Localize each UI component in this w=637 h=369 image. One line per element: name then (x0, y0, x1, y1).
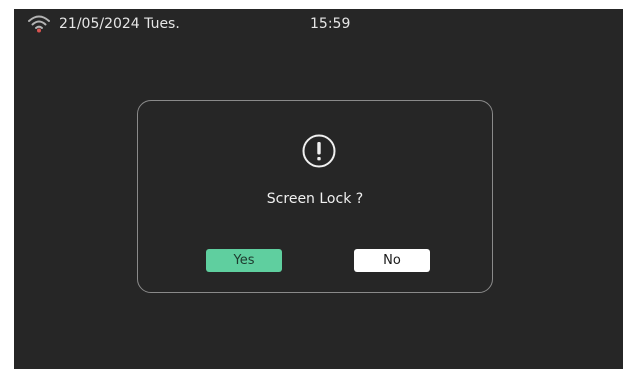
yes-button[interactable]: Yes (206, 249, 282, 272)
screen-lock-dialog: Screen Lock ? Yes No (137, 100, 493, 293)
wifi-icon (27, 13, 51, 33)
device-screen: 21/05/2024 Tues. 15:59 Screen Lock ? Yes… (14, 9, 623, 369)
alert-icon (302, 134, 336, 168)
dialog-message: Screen Lock ? (266, 191, 364, 207)
status-bar: 21/05/2024 Tues. 15:59 (14, 9, 623, 41)
status-time: 15:59 (310, 16, 351, 32)
status-date: 21/05/2024 Tues. (59, 16, 180, 32)
no-button[interactable]: No (354, 249, 430, 272)
